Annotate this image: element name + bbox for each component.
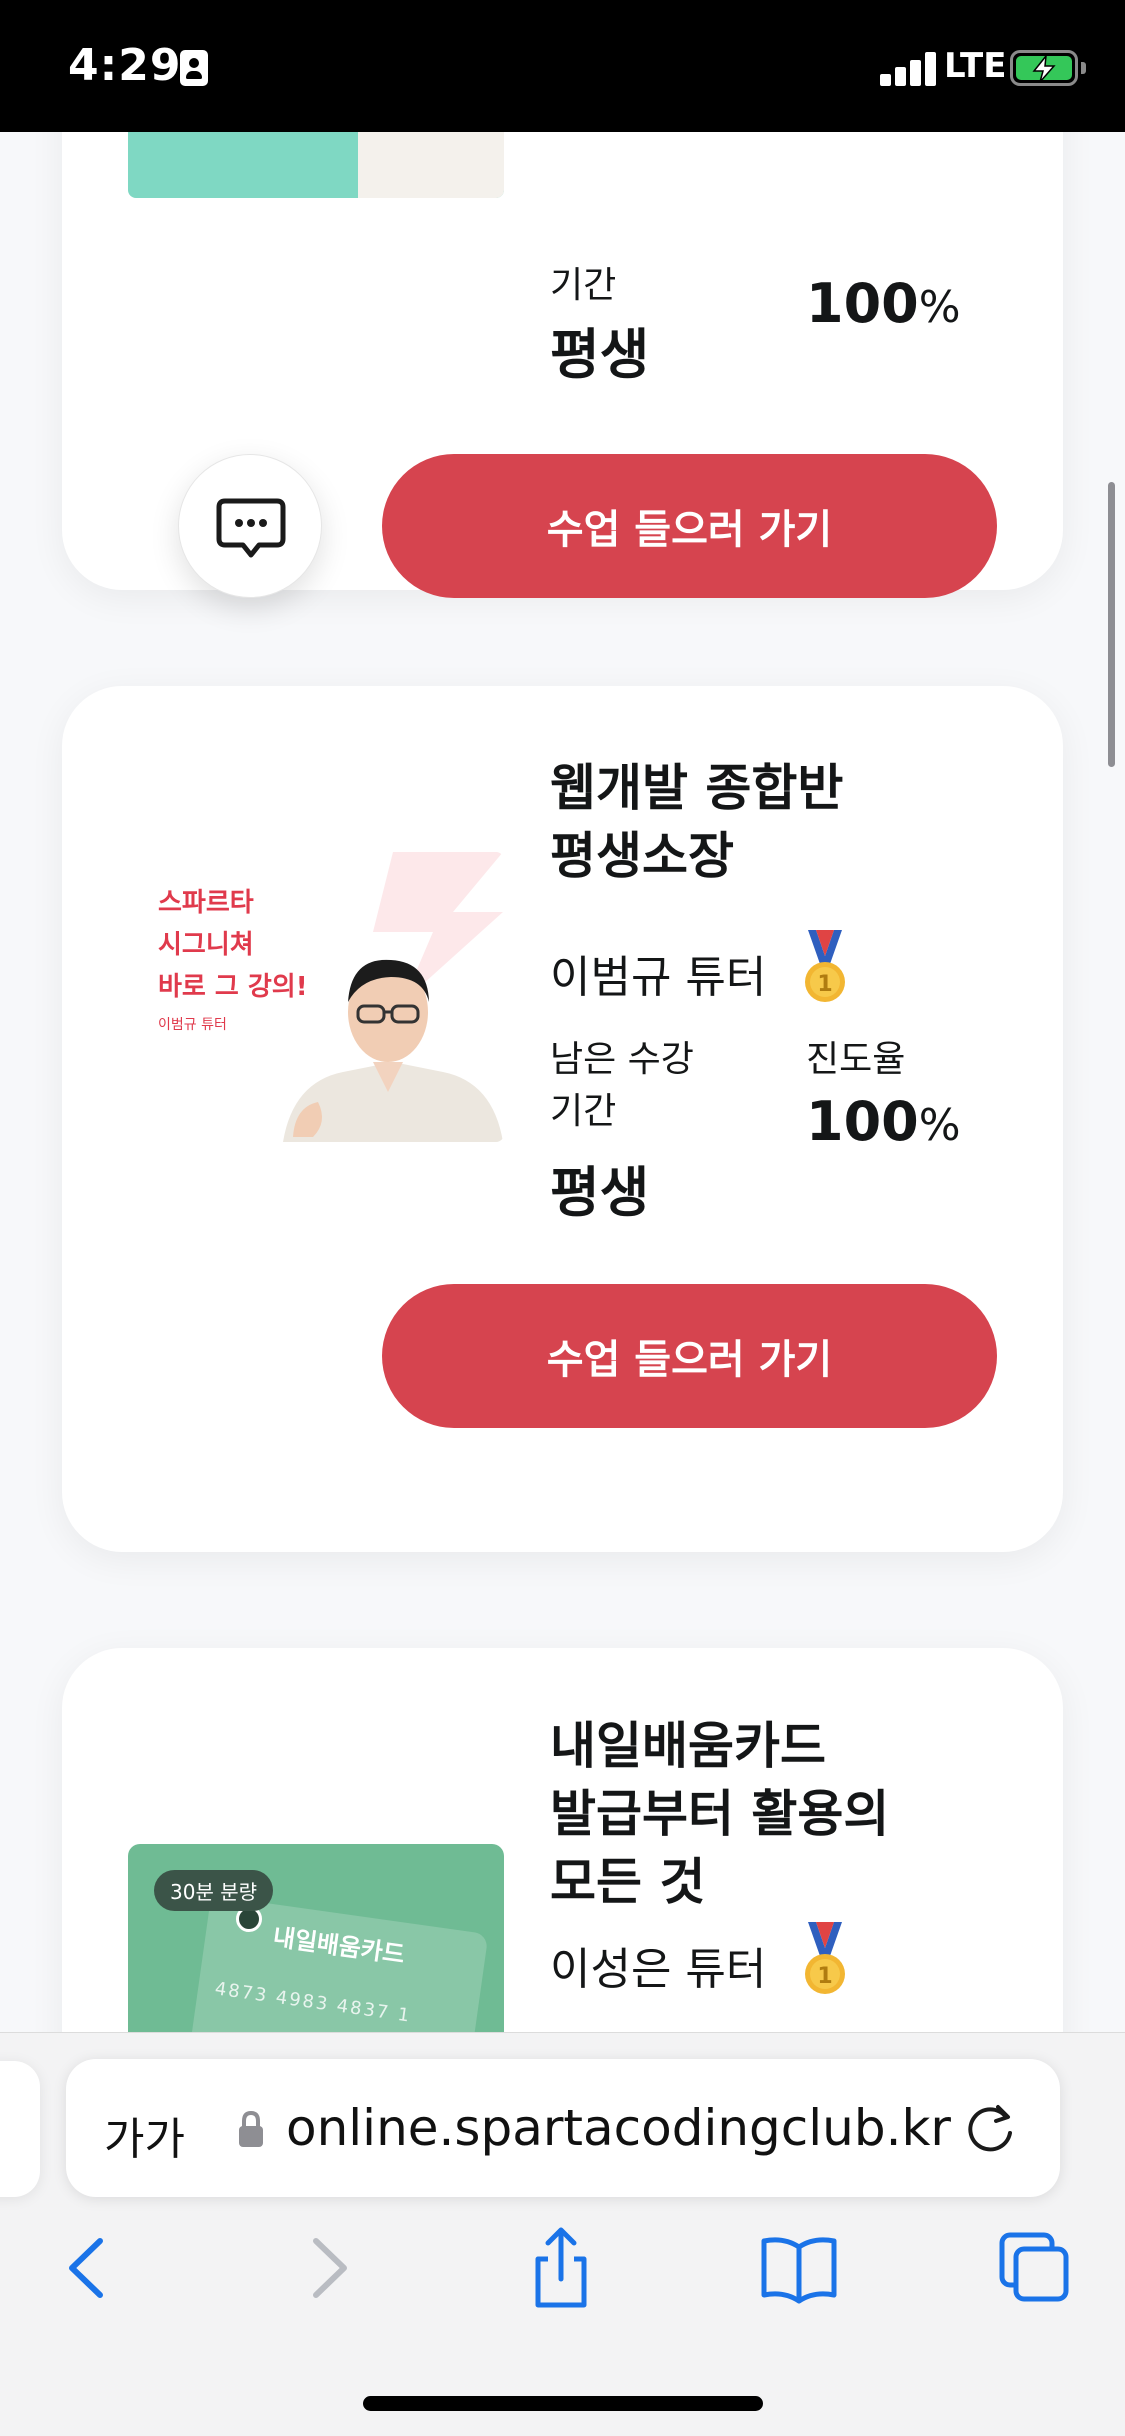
chat-icon bbox=[216, 498, 286, 558]
scroll-indicator[interactable] bbox=[1108, 482, 1115, 767]
tutor-name-row: 이성은 튜터 1 bbox=[550, 1922, 850, 2002]
cellular-signal-icon bbox=[880, 52, 938, 86]
course-title[interactable]: 내일배움카드 발급부터 활용의 모든 것 bbox=[550, 1712, 1030, 1916]
progress-label: 진도율 bbox=[806, 1039, 906, 1080]
tutor-name: 이범규 튜터 bbox=[550, 952, 767, 1003]
lock-icon bbox=[239, 2110, 263, 2147]
course-thumbnail[interactable]: 내일배움카드 4873 4983 4837 1 30분 분량 bbox=[128, 1844, 504, 2032]
remaining-period-value: 평생 bbox=[550, 1161, 650, 1224]
reload-icon[interactable] bbox=[962, 2099, 1020, 2157]
network-type: LTE bbox=[944, 46, 1007, 86]
course-card: 내일배움카드 4873 4983 4837 1 30분 분량 내일배움카드 발급… bbox=[62, 1648, 1063, 2032]
thumbnail-subtext: 이범규 튜터 bbox=[158, 1017, 227, 1033]
contact-card-icon bbox=[180, 50, 208, 86]
forward-icon[interactable] bbox=[284, 2223, 374, 2313]
remaining-period-label: 기간 bbox=[550, 265, 617, 306]
svg-text:1: 1 bbox=[818, 972, 833, 997]
tutor-name: 이성은 튜터 bbox=[550, 1944, 767, 1995]
go-to-class-button[interactable]: 수업 들으러 가기 bbox=[382, 1284, 997, 1428]
svg-text:1: 1 bbox=[818, 1964, 833, 1989]
course-card: 기간 평생 100% 수업 들으러 가기 bbox=[62, 132, 1063, 598]
text-size-button[interactable]: 가가 bbox=[104, 2103, 185, 2167]
gold-medal-icon: 1 bbox=[805, 930, 846, 1002]
status-bar: 4:29 LTE bbox=[0, 0, 1125, 132]
duration-badge: 30분 분량 bbox=[154, 1870, 274, 1911]
previous-tab-preview[interactable] bbox=[0, 2061, 40, 2197]
course-thumbnail[interactable] bbox=[128, 132, 504, 198]
gold-medal-icon: 1 bbox=[805, 1922, 846, 1994]
share-icon[interactable] bbox=[516, 2223, 606, 2313]
chat-button[interactable] bbox=[178, 454, 322, 598]
tutor-name-row: 이범규 튜터 1 bbox=[550, 930, 850, 1010]
progress-value: 100% bbox=[806, 272, 961, 335]
status-time: 4:29 bbox=[68, 40, 182, 91]
battery-charging-icon bbox=[1010, 50, 1078, 86]
home-indicator[interactable] bbox=[363, 2396, 763, 2411]
tutor-photo bbox=[283, 959, 503, 1142]
tabs-icon[interactable] bbox=[988, 2223, 1078, 2313]
address-bar[interactable]: 가가 online.spartacodingclub.kr bbox=[66, 2059, 1060, 2197]
course-thumbnail[interactable]: 스파르타 시그니쳐 바로 그 강의! 이범규 튜터 bbox=[128, 852, 504, 1142]
url-text[interactable]: online.spartacodingclub.kr bbox=[286, 2099, 951, 2157]
bookmarks-icon[interactable] bbox=[754, 2223, 844, 2313]
go-to-class-button[interactable]: 수업 들으러 가기 bbox=[382, 454, 997, 598]
battery-cap bbox=[1081, 62, 1086, 74]
course-card: 스파르타 시그니쳐 바로 그 강의! 이범규 튜터 웹개발 종합반 평생소장 이… bbox=[62, 686, 1063, 1552]
page-content: 기간 평생 100% 수업 들으러 가기 스파르타 시그니쳐 바로 그 강의! bbox=[0, 132, 1125, 2032]
course-title[interactable]: 웹개발 종합반 평생소장 bbox=[550, 754, 1030, 890]
browser-toolbar: 가가 online.spartacodingclub.kr bbox=[0, 2032, 1125, 2436]
back-icon[interactable] bbox=[42, 2223, 132, 2313]
remaining-period-label: 남은 수강 기간 bbox=[550, 1039, 694, 1132]
remaining-period-value: 평생 bbox=[550, 323, 650, 386]
tutor-photo bbox=[358, 132, 504, 198]
progress-value: 100% bbox=[806, 1090, 961, 1153]
